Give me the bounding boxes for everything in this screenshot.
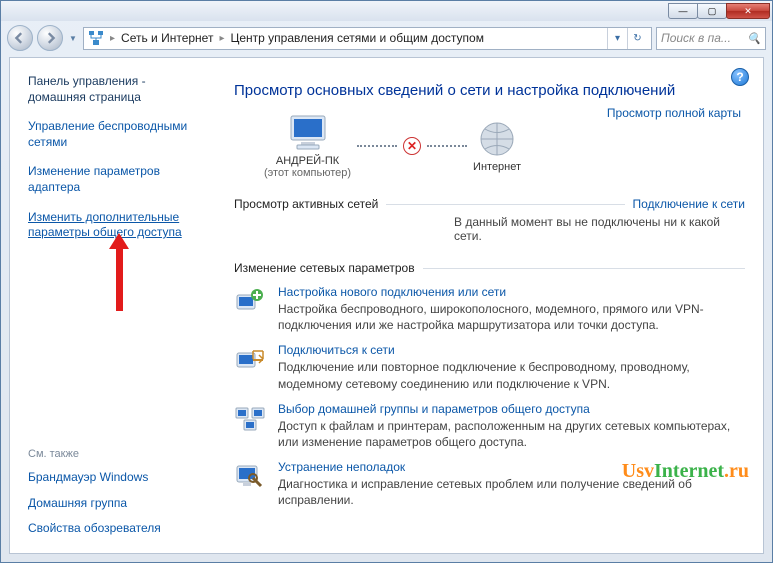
internet-label: Интернет: [473, 161, 521, 173]
sidebar-link-internet-options[interactable]: Свойства обозревателя: [28, 521, 206, 537]
task-homegroup: Выбор домашней группы и параметров общег…: [234, 402, 745, 450]
sidebar-link-homegroup[interactable]: Домашняя группа: [28, 496, 206, 512]
homegroup-icon: [234, 402, 266, 434]
connection-line: [357, 145, 397, 147]
search-box[interactable]: Поиск в па... 🔍: [656, 27, 766, 50]
task-desc: Доступ к файлам и принтерам, расположенн…: [278, 418, 745, 450]
sidebar-home[interactable]: Панель управления - домашняя страница: [28, 74, 206, 105]
refresh-button[interactable]: ↻: [627, 28, 647, 49]
address-bar[interactable]: ▸ Сеть и Интернет ▸ Центр управления сет…: [83, 27, 652, 50]
troubleshoot-icon: [234, 460, 266, 492]
pc-name-label: АНДРЕЙ-ПК: [264, 155, 351, 167]
sidebar: Панель управления - домашняя страница Уп…: [10, 58, 216, 553]
sidebar-item-sharing[interactable]: Изменить дополнительные параметры общего…: [28, 210, 206, 241]
see-also-label: См. также: [28, 448, 206, 460]
address-dropdown[interactable]: ▾: [607, 28, 627, 49]
breadcrumb-sep: ▸: [110, 33, 115, 44]
sidebar-item-adapter[interactable]: Изменение параметров адаптера: [28, 164, 206, 195]
full-map-link[interactable]: Просмотр полной карты: [607, 106, 741, 120]
back-button[interactable]: [7, 25, 33, 51]
close-button[interactable]: ✕: [726, 3, 770, 19]
task-new-connection: Настройка нового подключения или сети На…: [234, 285, 745, 333]
pc-sub-label: (этот компьютер): [264, 167, 351, 179]
breadcrumb-item[interactable]: Центр управления сетями и общим доступом: [230, 31, 484, 45]
network-icon: [88, 30, 104, 46]
sidebar-item-wireless[interactable]: Управление беспроводными сетями: [28, 119, 206, 150]
breadcrumb-sep: ▸: [219, 33, 224, 44]
change-settings-section: Изменение сетевых параметров: [234, 261, 745, 275]
task-desc: Подключение или повторное подключение к …: [278, 359, 745, 391]
task-link[interactable]: Подключиться к сети: [278, 343, 745, 357]
watermark: UsvInternet.ru: [622, 460, 749, 483]
change-settings-label: Изменение сетевых параметров: [234, 261, 415, 275]
search-placeholder: Поиск в па...: [661, 31, 731, 45]
active-networks-label: Просмотр активных сетей: [234, 197, 378, 211]
task-connect: Подключиться к сети Подключение или повт…: [234, 343, 745, 391]
computer-icon: [285, 113, 331, 153]
connect-network-link[interactable]: Подключение к сети: [633, 197, 745, 211]
connection-line: [427, 145, 467, 147]
main-panel: ? Просмотр основных сведений о сети и на…: [216, 58, 763, 553]
breadcrumb-item[interactable]: Сеть и Интернет: [121, 31, 213, 45]
task-link[interactable]: Выбор домашней группы и параметров общег…: [278, 402, 745, 416]
task-link[interactable]: Настройка нового подключения или сети: [278, 285, 745, 299]
explorer-window: — ▢ ✕ ▼ ▸ Сеть и Интернет ▸ Цент: [0, 0, 773, 563]
titlebar: — ▢ ✕: [1, 1, 772, 21]
help-button[interactable]: ?: [731, 68, 749, 86]
connect-icon: [234, 343, 266, 375]
content-frame: Панель управления - домашняя страница Уп…: [9, 57, 764, 554]
disconnected-icon: ✕: [403, 137, 421, 155]
new-connection-icon: [234, 285, 266, 317]
globe-icon: [474, 119, 520, 159]
search-icon: 🔍: [747, 32, 761, 45]
network-map: АНДРЕЙ-ПК (этот компьютер) ✕ Интернет: [264, 113, 745, 179]
active-networks-section: Просмотр активных сетей Подключение к се…: [234, 197, 745, 211]
no-connection-message: В данный момент вы не подключены ни к ка…: [454, 215, 745, 243]
task-desc: Настройка беспроводного, широкополосного…: [278, 301, 745, 333]
minimize-button[interactable]: —: [668, 3, 698, 19]
page-title: Просмотр основных сведений о сети и наст…: [234, 82, 745, 99]
sidebar-link-firewall[interactable]: Брандмауэр Windows: [28, 470, 206, 486]
forward-button[interactable]: [37, 25, 63, 51]
maximize-button[interactable]: ▢: [697, 3, 727, 19]
toolbar: ▼ ▸ Сеть и Интернет ▸ Центр управления с…: [1, 21, 772, 55]
nav-history-dropdown[interactable]: ▼: [67, 28, 79, 48]
